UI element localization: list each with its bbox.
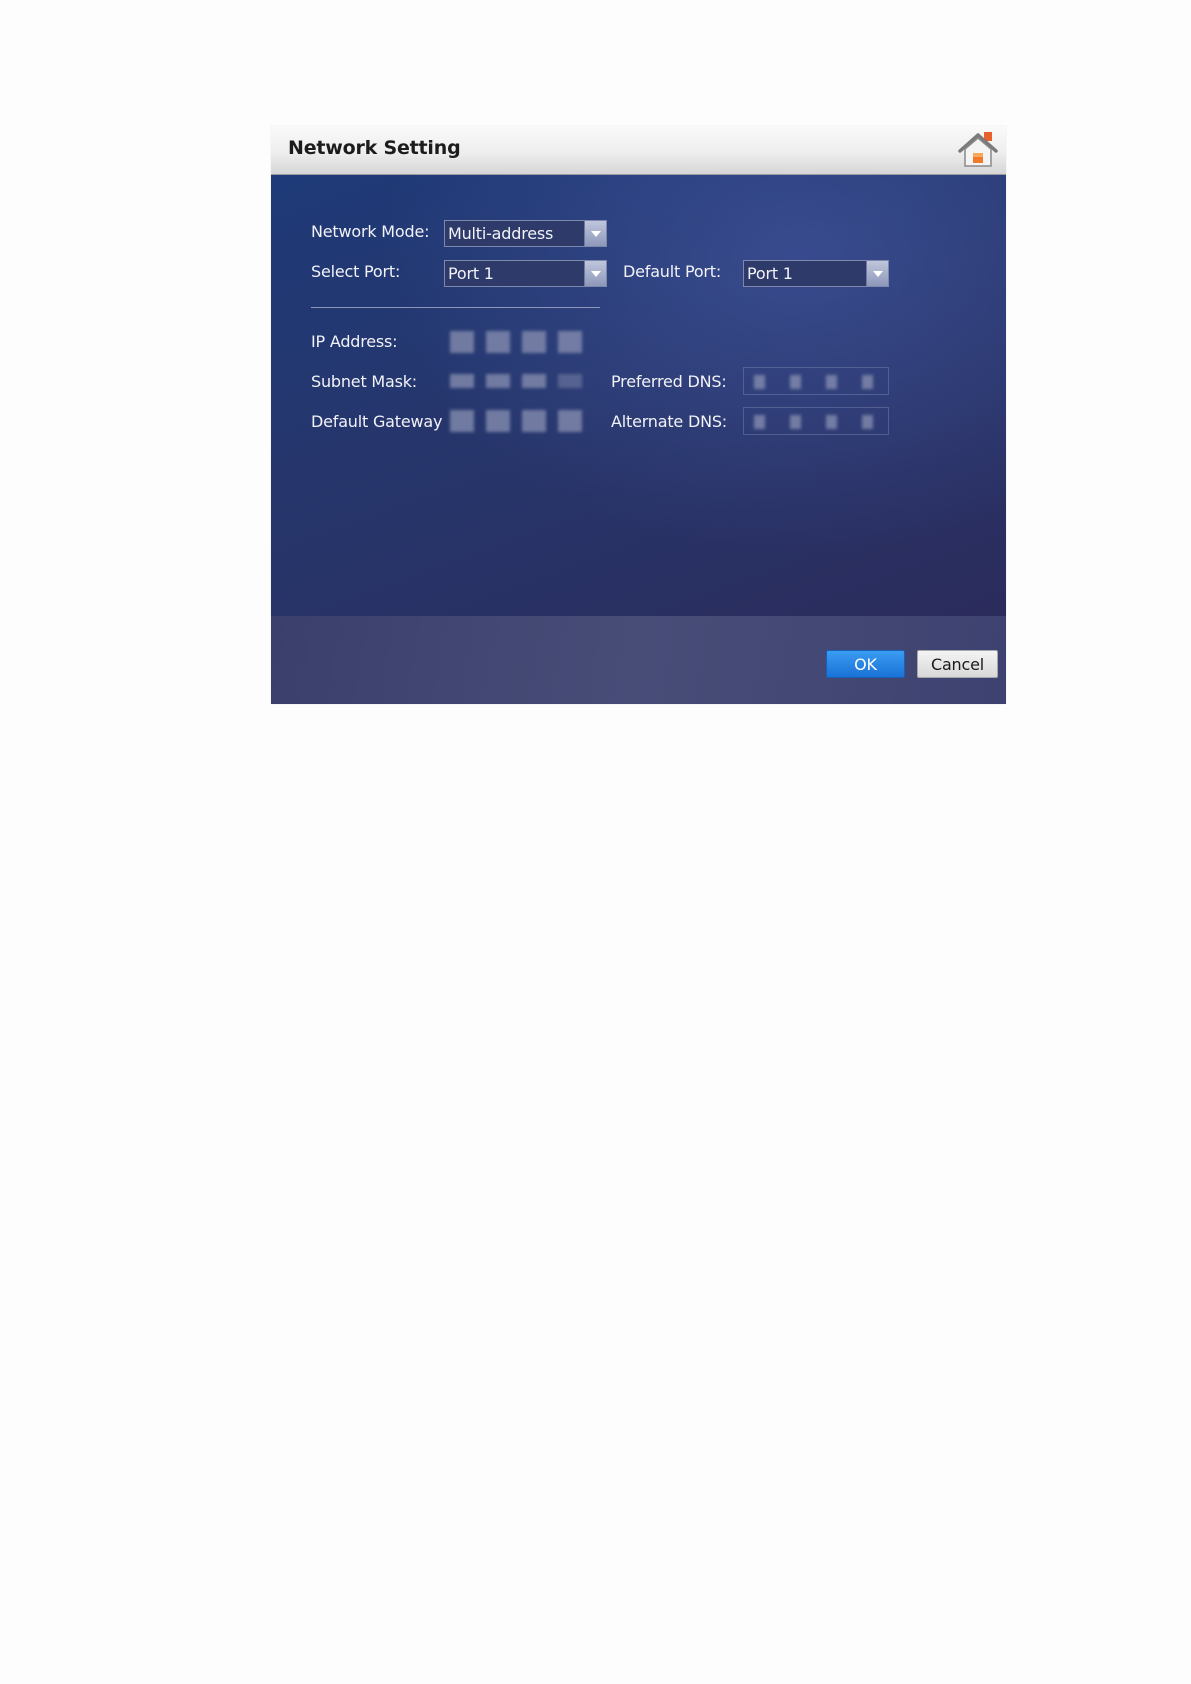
preferred-dns-field[interactable] (743, 367, 889, 395)
default-port-label: Default Port: (623, 262, 722, 281)
select-port-label: Select Port: (311, 262, 401, 281)
default-port-value: Port 1 (747, 264, 793, 283)
default-port-select[interactable]: Port 1 (743, 260, 889, 287)
ip-address-label: IP Address: (311, 332, 398, 351)
chevron-down-icon (584, 261, 606, 286)
default-gateway-label: Default Gateway (311, 412, 443, 431)
network-mode-select[interactable]: Multi-address (444, 220, 607, 247)
chevron-down-icon (584, 221, 606, 246)
section-divider (311, 307, 600, 308)
preferred-dns-label: Preferred DNS: (611, 372, 727, 391)
cancel-button[interactable]: Cancel (917, 650, 998, 678)
network-setting-dialog: Network Setting Network Mode: Multi-addr… (271, 126, 1006, 704)
ok-button[interactable]: OK (826, 650, 905, 678)
ip-address-field[interactable] (444, 327, 586, 355)
home-button[interactable] (956, 129, 1000, 171)
default-gateway-field[interactable] (444, 407, 586, 435)
home-icon (958, 132, 998, 167)
subnet-mask-field[interactable] (444, 367, 586, 395)
network-mode-label: Network Mode: (311, 222, 430, 241)
subnet-mask-label: Subnet Mask: (311, 372, 417, 391)
title-bar: Network Setting (271, 126, 1006, 175)
select-port-value: Port 1 (448, 264, 494, 283)
chevron-down-icon (866, 261, 888, 286)
alternate-dns-label: Alternate DNS: (611, 412, 727, 431)
dialog-title: Network Setting (288, 137, 461, 159)
alternate-dns-field[interactable] (743, 407, 889, 435)
dialog-body (271, 175, 1006, 616)
select-port-select[interactable]: Port 1 (444, 260, 607, 287)
network-mode-value: Multi-address (448, 224, 554, 243)
